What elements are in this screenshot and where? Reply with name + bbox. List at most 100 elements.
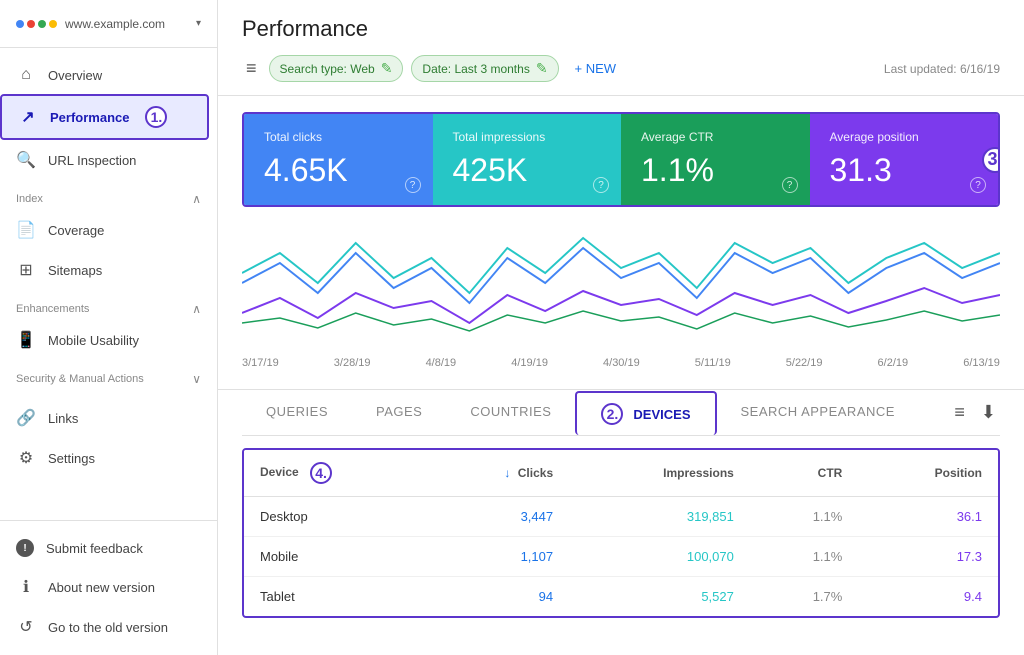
ctr-mobile: 1.1%	[750, 537, 858, 577]
impressions-desktop: 319,851	[569, 497, 750, 537]
info-icon: ℹ	[16, 577, 36, 597]
tab-queries[interactable]: QUERIES	[242, 390, 352, 436]
annotation-2: 2.	[601, 403, 623, 425]
metric-label-clicks: Total clicks	[264, 130, 413, 144]
sidebar-item-mobile-usability[interactable]: 📱 Mobile Usability	[0, 320, 209, 360]
metric-info-ctr[interactable]: ?	[782, 177, 798, 193]
date-label-1: 3/28/19	[334, 357, 371, 369]
table-filter-icon[interactable]: ≡	[950, 398, 969, 427]
clicks-desktop: 3,447	[427, 497, 569, 537]
index-collapse-icon[interactable]: ∧	[192, 192, 201, 206]
tabs-bar: QUERIES PAGES COUNTRIES 2. DEVICES SEARC…	[242, 390, 1000, 436]
chart-container	[242, 223, 1000, 353]
ctr-desktop: 1.1%	[750, 497, 858, 537]
feedback-icon: !	[16, 539, 34, 557]
date-label-5: 5/11/19	[695, 357, 731, 369]
sidebar-item-sitemaps[interactable]: ⊞ Sitemaps	[0, 250, 209, 290]
annotation-1: 1.	[145, 106, 167, 128]
table-section: Device 4. ↓ Clicks Impressions CTR Posit…	[218, 436, 1024, 634]
data-table-wrapper: Device 4. ↓ Clicks Impressions CTR Posit…	[242, 448, 1000, 618]
search-icon: 🔍	[16, 150, 36, 170]
metric-value-impressions: 425K	[453, 152, 602, 189]
back-icon: ↺	[16, 617, 36, 637]
sidebar-item-label: Overview	[48, 68, 102, 83]
tab-pages[interactable]: PAGES	[352, 390, 446, 436]
sidebar-item-label: Links	[48, 411, 78, 426]
date-label-3: 4/19/19	[511, 357, 548, 369]
settings-icon: ⚙	[16, 448, 36, 468]
download-icon[interactable]: ⬇	[977, 398, 1000, 427]
impressions-tablet: 5,527	[569, 577, 750, 617]
filter-icon-button[interactable]: ≡	[242, 54, 261, 83]
chart-svg	[242, 223, 1000, 353]
metric-card-ctr: Average CTR 1.1% ?	[621, 114, 810, 205]
logo-dot-yellow	[49, 20, 57, 28]
security-collapse-icon[interactable]: ∨	[192, 372, 201, 386]
chevron-down-icon[interactable]: ▾	[196, 18, 201, 29]
date-edit-icon: ✎	[536, 60, 548, 77]
index-section-label: Index ∧	[0, 180, 217, 210]
sidebar-item-url-inspection[interactable]: 🔍 URL Inspection	[0, 140, 209, 180]
logo-dot-green	[38, 20, 46, 28]
home-icon: ⌂	[16, 66, 36, 84]
sidebar-item-label: Mobile Usability	[48, 333, 139, 348]
date-filter-chip[interactable]: Date: Last 3 months ✎	[411, 55, 558, 82]
date-label: Date: Last 3 months	[422, 62, 529, 76]
performance-icon: ↗	[18, 107, 38, 127]
position-desktop: 36.1	[858, 497, 998, 537]
metric-card-clicks: Total clicks 4.65K ?	[244, 114, 433, 205]
sort-arrow-icon: ↓	[504, 466, 510, 480]
metric-value-ctr: 1.1%	[641, 152, 790, 189]
col-header-ctr: CTR	[750, 450, 858, 497]
main-content: Performance ≡ Search type: Web ✎ Date: L…	[218, 0, 1024, 655]
sidebar: www.example.com ▾ ⌂ Overview ↗ Performan…	[0, 0, 218, 655]
sidebar-item-coverage[interactable]: 📄 Coverage	[0, 210, 209, 250]
new-filter-button[interactable]: + NEW	[567, 57, 625, 80]
sidebar-item-label: Go to the old version	[48, 620, 168, 635]
tab-search-appearance[interactable]: SEARCH APPEARANCE	[717, 390, 919, 436]
sidebar-item-submit-feedback[interactable]: ! Submit feedback	[0, 529, 209, 567]
sidebar-item-label: URL Inspection	[48, 153, 136, 168]
metrics-section: Total clicks 4.65K ? Total impressions 4…	[218, 96, 1024, 223]
sidebar-header: www.example.com ▾	[0, 0, 217, 48]
date-label-0: 3/17/19	[242, 357, 279, 369]
enhancements-collapse-icon[interactable]: ∧	[192, 302, 201, 316]
tab-countries[interactable]: COUNTRIES	[446, 390, 575, 436]
sitemaps-icon: ⊞	[16, 260, 36, 280]
metrics-cards: Total clicks 4.65K ? Total impressions 4…	[242, 112, 1000, 207]
tab-devices[interactable]: 2. DEVICES	[575, 391, 716, 435]
date-label-7: 6/2/19	[878, 357, 909, 369]
sidebar-item-label: Submit feedback	[46, 541, 143, 556]
date-label-2: 4/8/19	[426, 357, 457, 369]
sidebar-item-about-new-version[interactable]: ℹ About new version	[0, 567, 209, 607]
date-label-6: 5/22/19	[786, 357, 823, 369]
sidebar-item-overview[interactable]: ⌂ Overview	[0, 56, 209, 94]
metric-info-impressions[interactable]: ?	[593, 177, 609, 193]
logo-dot-blue	[16, 20, 24, 28]
col-header-position: Position	[858, 450, 998, 497]
mobile-icon: 📱	[16, 330, 36, 350]
annotation-4: 4.	[310, 462, 332, 484]
position-tablet: 9.4	[858, 577, 998, 617]
col-header-impressions: Impressions	[569, 450, 750, 497]
search-type-filter-chip[interactable]: Search type: Web ✎	[269, 55, 404, 82]
metric-label-ctr: Average CTR	[641, 130, 790, 144]
sidebar-item-performance[interactable]: ↗ Performance 1.	[0, 94, 209, 140]
device-name-mobile: Mobile	[244, 537, 427, 577]
date-label-8: 6/13/19	[963, 357, 1000, 369]
clicks-tablet: 94	[427, 577, 569, 617]
sidebar-item-label: Coverage	[48, 223, 104, 238]
sidebar-item-go-to-old-version[interactable]: ↺ Go to the old version	[0, 607, 209, 647]
chart-section: 3/17/19 3/28/19 4/8/19 4/19/19 4/30/19 5…	[218, 223, 1024, 389]
metric-info-clicks[interactable]: ?	[405, 177, 421, 193]
sidebar-logo	[16, 20, 57, 28]
metric-value-position: 31.3	[830, 152, 979, 189]
col-header-clicks[interactable]: ↓ Clicks	[427, 450, 569, 497]
sidebar-item-links[interactable]: 🔗 Links	[0, 398, 209, 438]
device-name-desktop: Desktop	[244, 497, 427, 537]
sidebar-item-label: Sitemaps	[48, 263, 102, 278]
metric-info-position[interactable]: ?	[970, 177, 986, 193]
sidebar-item-settings[interactable]: ⚙ Settings	[0, 438, 209, 478]
date-label-4: 4/30/19	[603, 357, 640, 369]
table-row: Desktop 3,447 319,851 1.1% 36.1	[244, 497, 998, 537]
